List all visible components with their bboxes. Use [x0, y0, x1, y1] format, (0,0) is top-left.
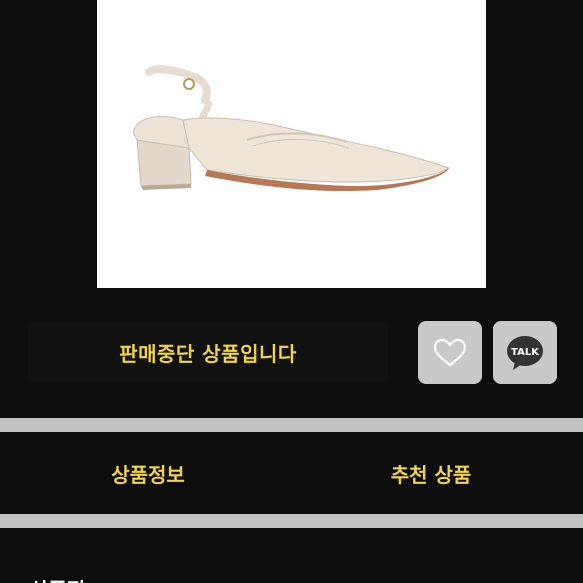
divider — [0, 514, 583, 528]
wishlist-button[interactable] — [418, 321, 482, 384]
tab-recommended-products[interactable]: 추천 상품 — [287, 432, 575, 514]
talk-icon-label: TALK — [511, 347, 540, 358]
product-info-section: 상품정 — [0, 528, 583, 583]
section-heading: 상품정 — [30, 574, 85, 583]
tab-bar: 상품정보 추천 상품 — [0, 432, 583, 514]
product-page: 판매중단 상품입니다 TALK 상품정보 추천 상품 상품정 — [0, 0, 583, 583]
talk-icon: TALK — [507, 335, 543, 370]
sale-status-banner: 판매중단 상품입니다 — [28, 322, 388, 382]
divider — [0, 418, 583, 432]
product-image[interactable] — [97, 0, 486, 288]
talk-button[interactable]: TALK — [493, 321, 557, 384]
tab-product-info[interactable]: 상품정보 — [0, 432, 296, 514]
shoe-illustration — [132, 65, 451, 192]
sale-status-text: 판매중단 상품입니다 — [119, 341, 297, 366]
heart-icon — [433, 338, 467, 366]
